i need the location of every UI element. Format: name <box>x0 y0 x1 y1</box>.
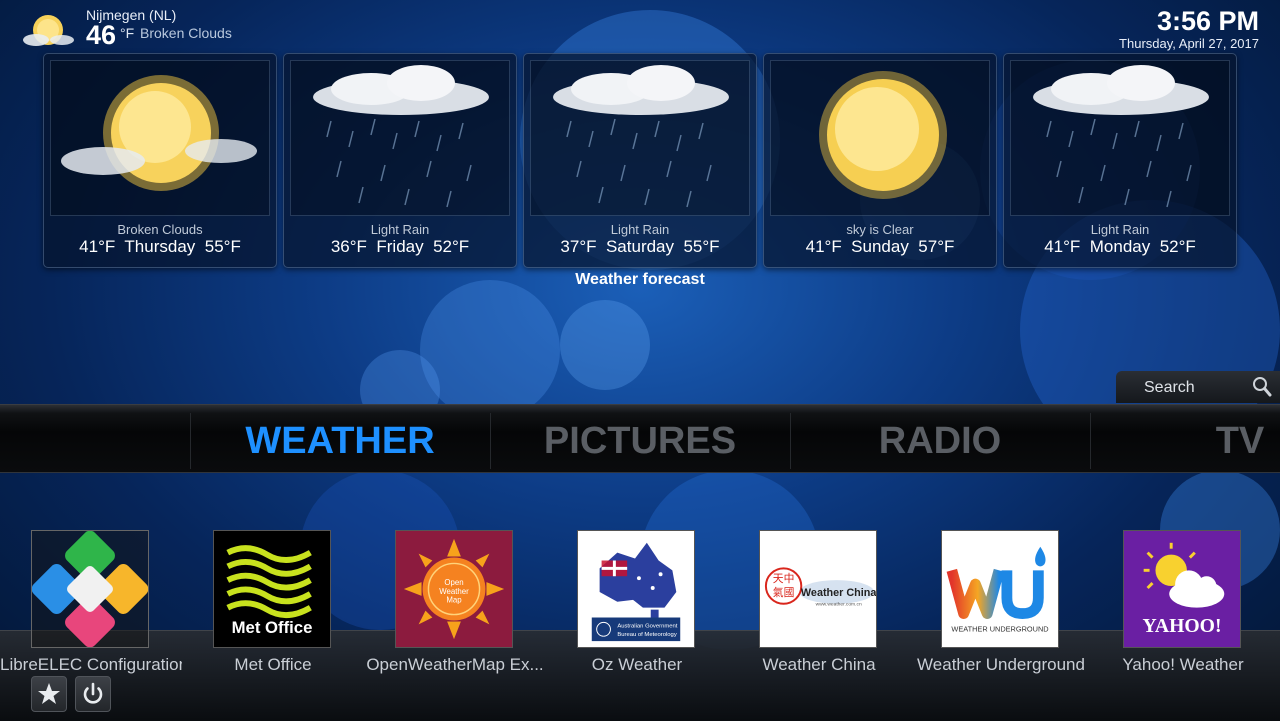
forecast-high: 55°F <box>683 237 720 256</box>
oz-weather-logo-icon[interactable]: Australian Government Bureau of Meteorol… <box>577 530 695 648</box>
current-condition: Broken Clouds <box>140 25 232 41</box>
forecast-day: Saturday <box>605 237 675 256</box>
current-weather-icon <box>22 10 74 50</box>
weather-china-logo-icon[interactable]: 天中 氣國 Weather China www.weather.com.cn <box>759 530 877 648</box>
forecast-card-monday[interactable]: Light Rain 41°F Monday 52°F <box>1003 53 1237 268</box>
svg-text:www.weather.com.cn: www.weather.com.cn <box>816 602 862 608</box>
addon-label: Met Office <box>234 655 312 674</box>
forecast-high: 55°F <box>204 237 241 256</box>
forecast-card-saturday[interactable]: Light Rain 37°F Saturday 55°F <box>523 53 757 268</box>
forecast-low: 36°F <box>330 237 367 256</box>
search-label: Search <box>1144 379 1195 396</box>
svg-text:Weather: Weather <box>439 587 469 596</box>
rain-cloud-icon <box>1010 60 1230 216</box>
svg-text:氣國: 氣國 <box>773 585 795 599</box>
svg-text:Bureau of Meteorology: Bureau of Meteorology <box>617 632 677 638</box>
forecast-card-thursday[interactable]: Broken Clouds 41°F Thursday 55°F <box>43 53 277 268</box>
forecast-day: Thursday <box>124 237 196 256</box>
forecast-low: 41°F <box>805 237 842 256</box>
forecast-high: 57°F <box>918 237 955 256</box>
svg-text:天中: 天中 <box>773 572 795 585</box>
rain-cloud-icon <box>530 60 750 216</box>
forecast-temps: 36°F Friday 52°F <box>284 237 516 257</box>
forecast-high: 52°F <box>1159 237 1196 256</box>
forecast-condition: Light Rain <box>610 222 670 237</box>
clock-date: Thursday, April 27, 2017 <box>1119 36 1259 51</box>
power-button[interactable] <box>75 676 111 712</box>
svg-text:YAHOO!: YAHOO! <box>1143 615 1222 637</box>
forecast-card-friday[interactable]: Light Rain 36°F Friday 52°F <box>283 53 517 268</box>
forecast-condition: Broken Clouds <box>117 222 203 237</box>
favourites-button[interactable] <box>31 676 67 712</box>
met-office-logo-icon[interactable]: Met Office <box>213 530 331 648</box>
svg-text:Met Office: Met Office <box>232 618 313 637</box>
star-icon <box>38 683 60 704</box>
forecast-temps: 37°F Saturday 55°F <box>524 237 756 257</box>
menu-item-weather[interactable]: WEATHER <box>190 411 490 471</box>
power-icon <box>83 682 103 704</box>
clock-time: 3:56 PM <box>1156 6 1259 36</box>
forecast-high: 52°F <box>433 237 470 256</box>
svg-text:Map: Map <box>446 596 462 605</box>
svg-text:Weather China: Weather China <box>801 587 876 599</box>
forecast-condition: Light Rain <box>1090 222 1150 237</box>
forecast-low: 41°F <box>1044 237 1081 256</box>
forecast-low: 37°F <box>560 237 597 256</box>
temperature-unit: °F <box>120 25 135 41</box>
sun-cloud-icon <box>50 60 270 216</box>
forecast-condition: sky is Clear <box>846 222 914 237</box>
forecast-temps: 41°F Monday 52°F <box>1004 237 1236 257</box>
addon-label: LibreELEC Configuration <box>0 655 182 674</box>
svg-text:WEATHER UNDERGROUND: WEATHER UNDERGROUND <box>951 624 1048 633</box>
rain-cloud-icon <box>290 60 510 216</box>
weather-forecast-label: Weather forecast <box>575 271 705 288</box>
addon-label: OpenWeatherMap Ex... <box>366 655 544 674</box>
addon-label: Yahoo! Weather <box>1122 655 1244 674</box>
forecast-low: 41°F <box>79 237 116 256</box>
main-menu-bar: WEATHER PICTURES RADIO TV <box>0 404 1280 473</box>
libreelec-logo-icon[interactable] <box>31 530 149 648</box>
search-button[interactable]: Search <box>1116 371 1280 403</box>
svg-text:Open: Open <box>444 578 463 587</box>
forecast-day: Sunday <box>851 237 909 256</box>
menu-item-tv[interactable]: TV <box>1090 411 1280 471</box>
weather-underground-logo-icon[interactable]: WEATHER UNDERGROUND <box>941 530 1059 648</box>
addon-label: Weather Underground <box>917 655 1085 674</box>
current-temperature: 46 <box>86 20 117 50</box>
forecast-temps: 41°F Thursday 55°F <box>44 237 276 257</box>
forecast-temps: 41°F Sunday 57°F <box>764 237 996 257</box>
yahoo-weather-logo-icon[interactable]: YAHOO! <box>1123 530 1241 648</box>
addon-label: Weather China <box>762 655 876 674</box>
forecast-day: Monday <box>1089 237 1151 256</box>
menu-item-radio[interactable]: RADIO <box>790 411 1090 471</box>
forecast-day: Friday <box>376 237 424 256</box>
svg-text:Australian Government: Australian Government <box>617 623 677 629</box>
forecast-card-sunday[interactable]: sky is Clear 41°F Sunday 57°F <box>763 53 997 268</box>
addon-label: Oz Weather <box>591 655 683 674</box>
openweathermap-logo-icon[interactable]: Open Weather Map <box>395 530 513 648</box>
sun-icon <box>770 60 990 216</box>
menu-item-pictures[interactable]: PICTURES <box>490 411 790 471</box>
search-icon <box>1252 376 1272 398</box>
forecast-condition: Light Rain <box>370 222 430 237</box>
